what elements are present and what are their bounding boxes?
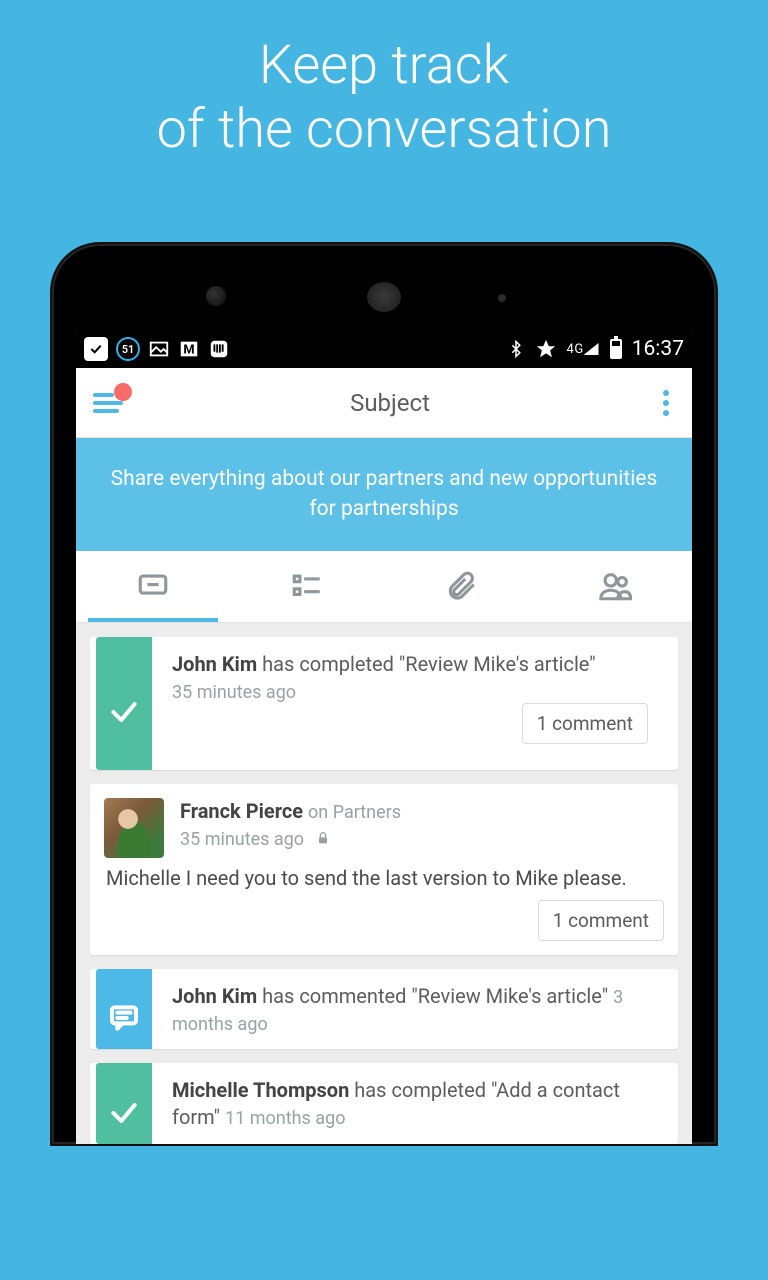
intercom-icon	[208, 338, 230, 360]
attachment-icon	[444, 569, 478, 603]
actor-name: John Kim	[172, 984, 257, 1008]
overflow-menu-button[interactable]	[646, 382, 686, 424]
post-context: on Partners	[308, 802, 401, 823]
comments-button[interactable]: 1 comment	[522, 703, 648, 744]
svg-text:M: M	[183, 343, 194, 358]
screen: 51 M 4G	[76, 330, 692, 1144]
tab-feed[interactable]	[76, 551, 230, 622]
hero-line-2: of the conversation	[0, 98, 768, 162]
timestamp: 11 months ago	[225, 1108, 345, 1129]
comment-badge	[96, 969, 152, 1050]
actor-name: Franck Pierce	[180, 799, 303, 823]
notification-count-icon: 51	[116, 337, 140, 361]
comment-icon	[108, 1002, 140, 1034]
feed-item-completed[interactable]: John Kim has completed "Review Mike's ar…	[90, 637, 678, 770]
timestamp: 35 minutes ago	[172, 682, 662, 703]
mail-icon: M	[178, 338, 200, 360]
action-text: has completed "Review Mike's article"	[262, 652, 596, 676]
tab-people[interactable]	[538, 551, 692, 622]
completed-badge	[96, 1063, 152, 1143]
feed-item-comment[interactable]: John Kim has commented "Review Mike's ar…	[90, 969, 678, 1050]
post-message: Michelle I need you to send the last ver…	[90, 858, 678, 900]
avatar[interactable]	[104, 798, 164, 858]
completed-badge	[96, 637, 152, 770]
image-icon	[148, 338, 170, 360]
tab-attachments[interactable]	[384, 551, 538, 622]
status-bar: 51 M 4G	[76, 330, 692, 368]
lock-icon	[315, 830, 331, 846]
check-icon	[108, 1097, 140, 1129]
actor-name: John Kim	[172, 652, 257, 676]
message-icon	[136, 569, 170, 603]
activity-feed[interactable]: John Kim has completed "Review Mike's ar…	[76, 637, 692, 1144]
timestamp: 35 minutes ago	[180, 829, 304, 850]
tab-tasks[interactable]	[230, 551, 384, 622]
app-bar: Subject	[76, 368, 692, 438]
feed-item-post[interactable]: Franck Pierce on Partners 35 minutes ago…	[90, 784, 678, 955]
star-icon	[535, 338, 557, 360]
people-icon	[598, 569, 632, 603]
list-icon	[290, 569, 324, 603]
phone-sensor	[206, 286, 226, 306]
hero-line-1: Keep track	[0, 34, 768, 98]
phone-frame: 51 M 4G	[52, 244, 716, 1144]
battery-icon	[610, 339, 622, 359]
status-time: 16:37	[632, 337, 684, 361]
comments-button[interactable]: 1 comment	[538, 900, 664, 941]
feed-item-completed[interactable]: Michelle Thompson has completed "Add a c…	[90, 1063, 678, 1143]
phone-speaker	[367, 282, 401, 312]
check-icon	[108, 696, 140, 728]
hero-title: Keep track of the conversation	[0, 0, 768, 161]
menu-button[interactable]	[82, 377, 134, 429]
action-text: has commented "Review Mike's article"	[262, 984, 608, 1008]
page-title: Subject	[350, 389, 430, 417]
subject-description: Share everything about our partners and …	[76, 438, 692, 551]
actor-name: Michelle Thompson	[172, 1078, 349, 1102]
checkbox-app-icon	[84, 337, 108, 361]
network-icon: 4G	[567, 340, 600, 358]
bluetooth-icon	[507, 338, 525, 360]
phone-sensor-small	[498, 294, 506, 302]
tab-bar	[76, 551, 692, 623]
notification-dot-icon	[114, 383, 132, 401]
